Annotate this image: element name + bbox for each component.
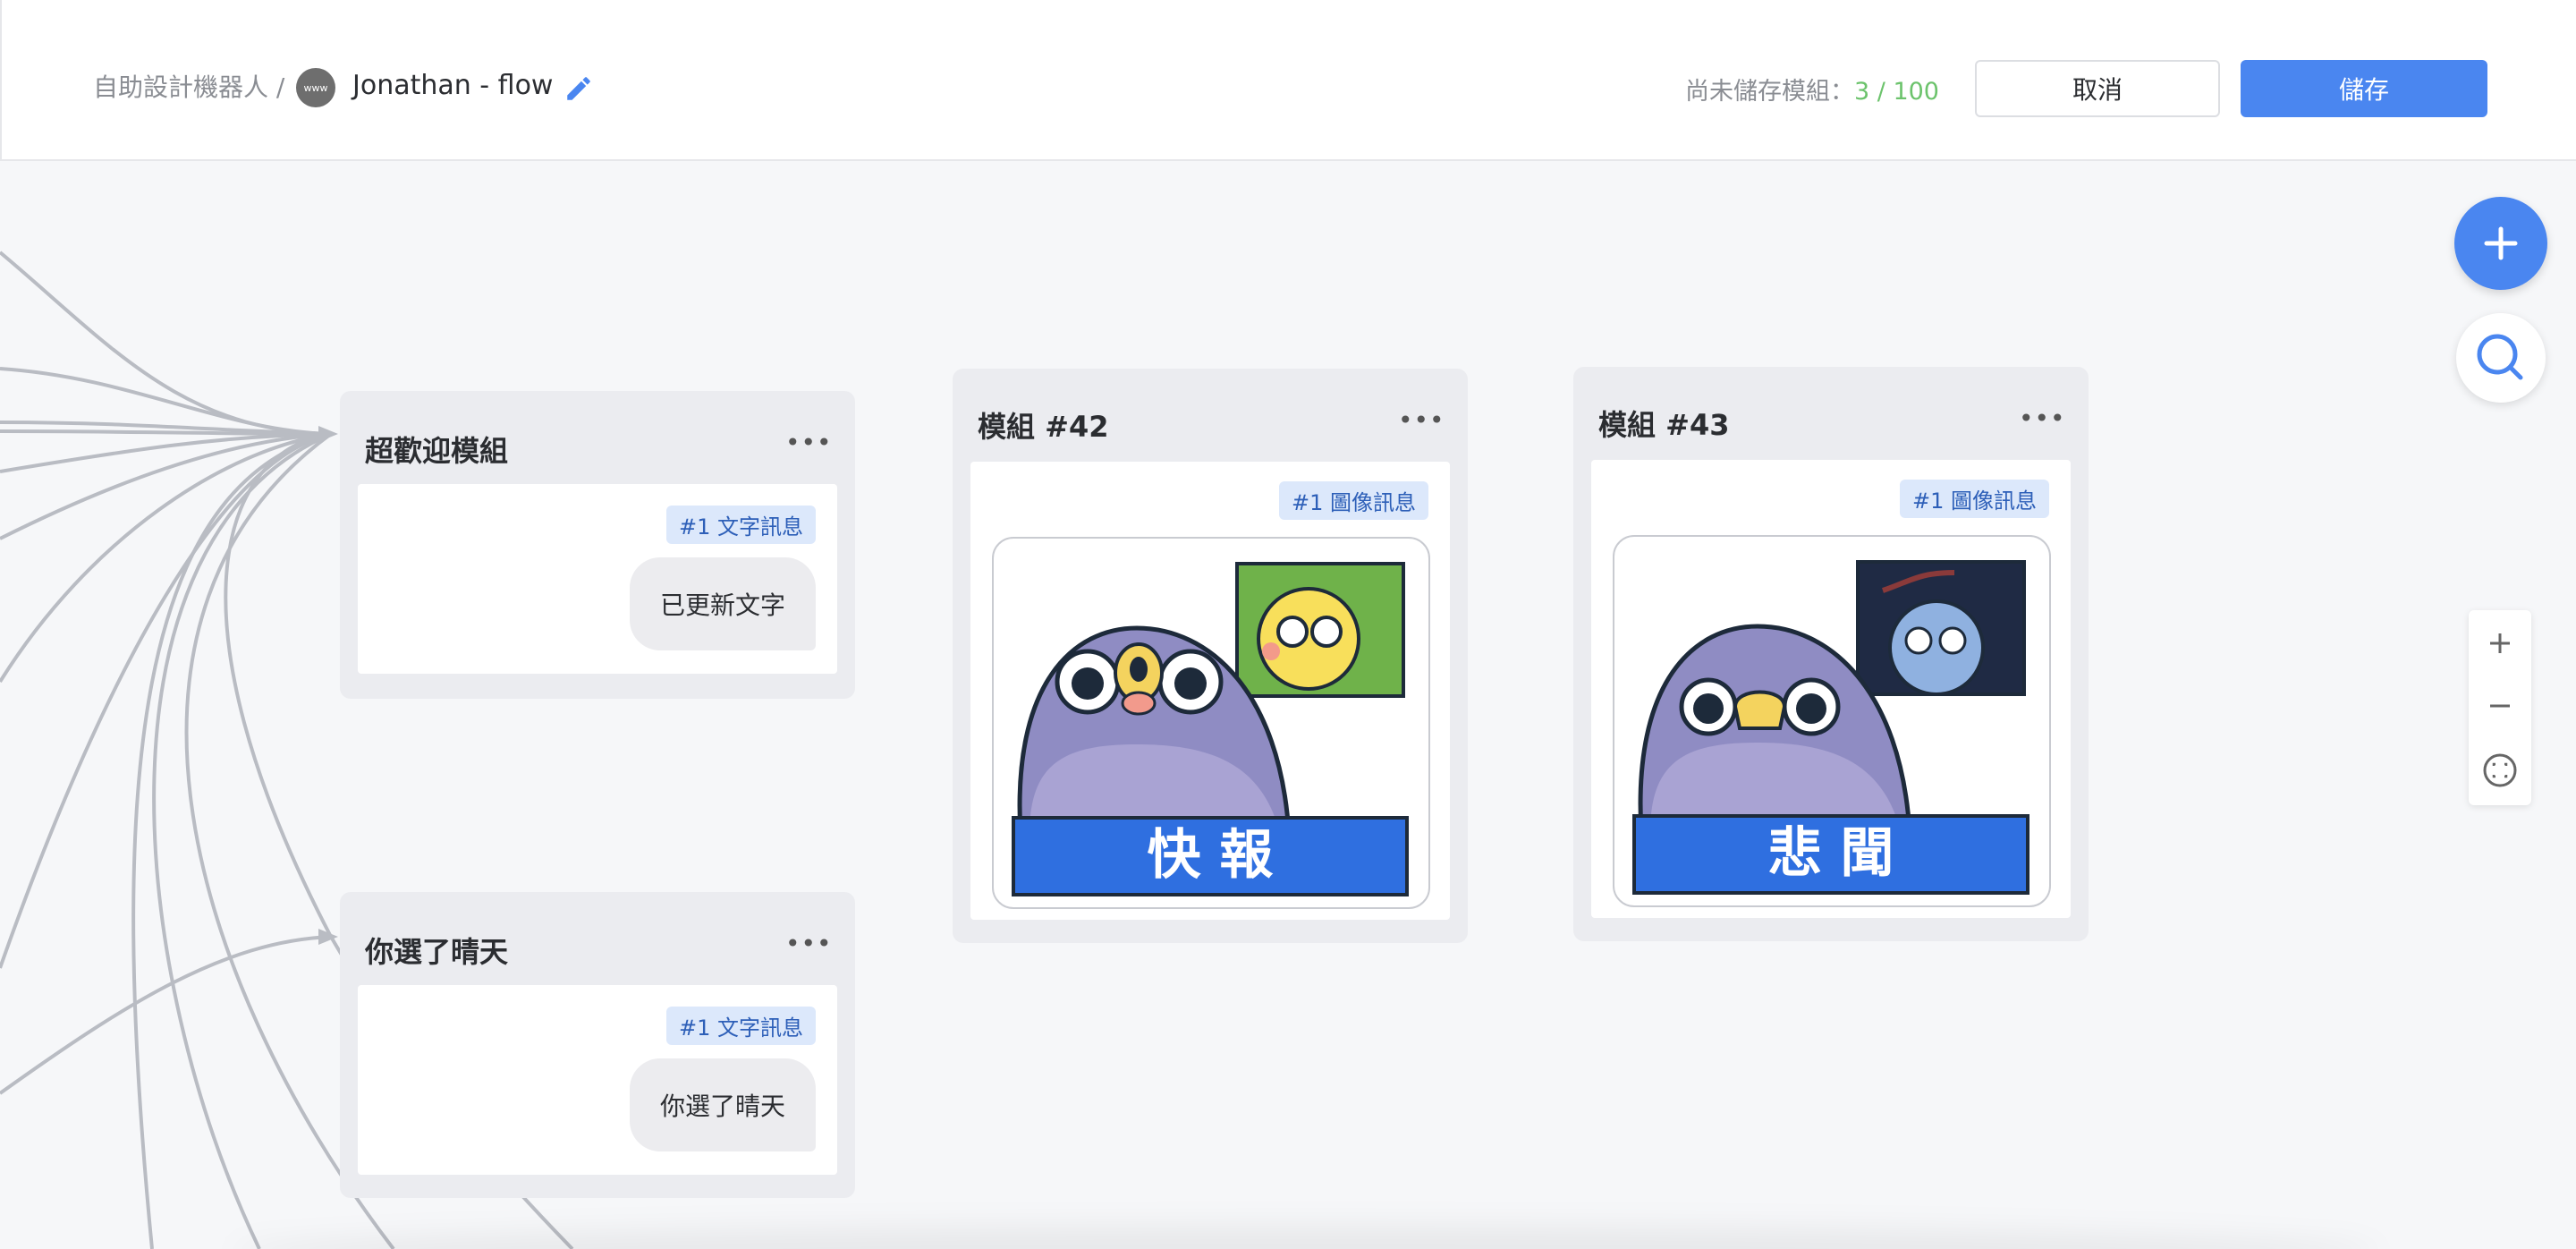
more-options-icon[interactable]: ••• [2019,406,2065,438]
search-button[interactable] [2456,313,2546,403]
message-type-tag: #1 圖像訊息 [1899,480,2049,518]
node-title: 模組 #43 [1598,408,1730,442]
sticker-caption: 快 報 [1148,824,1274,887]
message-type-tag: #1 圖像訊息 [1278,481,1428,520]
node-body: #1 圖像訊息 快 報 [970,462,1450,920]
sticker-caption: 悲 聞 [1768,822,1894,885]
node-title: 你選了晴天 [365,935,509,969]
plus-icon [2484,226,2518,260]
module-node[interactable]: 模組 #43 ••• #1 圖像訊息 悲 聞 [1573,367,2089,941]
node-title: 模組 #42 [978,410,1109,444]
node-body: #1 文字訊息 已更新文字 [358,484,837,674]
text-message-bubble: 已更新文字 [630,557,816,650]
more-options-icon[interactable]: ••• [1398,408,1445,440]
sticker-image: 悲 聞 [1613,535,2051,907]
unsaved-label: 尚未儲存模組： [1685,78,1854,106]
node-body: #1 圖像訊息 悲 聞 [1591,460,2071,918]
avatar: www [296,68,335,107]
unsaved-status: 尚未儲存模組：3 / 100 [1685,72,1939,106]
save-button[interactable]: 儲存 [2241,60,2487,117]
fit-view-icon [2483,753,2517,787]
module-node[interactable]: 你選了晴天 ••• #1 文字訊息 你選了晴天 [340,892,855,1198]
flow-title: Jonathan - flow [352,70,554,101]
sticker-illustration: 快 報 [1012,562,1409,896]
more-options-icon[interactable]: ••• [785,430,832,463]
flow-canvas[interactable]: 超歡迎模組 ••• #1 文字訊息 已更新文字 你選了晴天 ••• #1 文字訊… [0,163,2576,1249]
text-message-bubble: 你選了晴天 [630,1058,816,1151]
message-type-tag: #1 文字訊息 [665,1007,816,1045]
module-node[interactable]: 模組 #42 ••• #1 圖像訊息 快 報 [953,369,1468,943]
zoom-controls [2469,610,2531,805]
zoom-in-icon [2490,633,2510,653]
search-icon [2477,334,2523,380]
add-module-button[interactable] [2454,197,2547,290]
message-type-tag: #1 文字訊息 [665,506,816,544]
sticker-image: 快 報 [992,537,1430,909]
pencil-icon[interactable] [564,73,594,104]
node-title: 超歡迎模組 [365,434,509,468]
top-bar: 自助設計機器人 / www Jonathan - flow 尚未儲存模組：3 /… [0,0,2576,161]
unsaved-count: 3 / 100 [1854,78,1939,106]
more-options-icon[interactable]: ••• [785,931,832,964]
breadcrumb[interactable]: 自助設計機器人 / [93,68,284,104]
zoom-out-icon [2490,704,2510,708]
module-node[interactable]: 超歡迎模組 ••• #1 文字訊息 已更新文字 [340,391,855,699]
fit-view-button[interactable] [2469,739,2531,802]
zoom-in-button[interactable] [2469,612,2531,675]
sticker-illustration: 悲 聞 [1632,560,2029,895]
zoom-out-button[interactable] [2469,675,2531,737]
node-body: #1 文字訊息 你選了晴天 [358,985,837,1175]
cancel-button[interactable]: 取消 [1975,60,2220,117]
